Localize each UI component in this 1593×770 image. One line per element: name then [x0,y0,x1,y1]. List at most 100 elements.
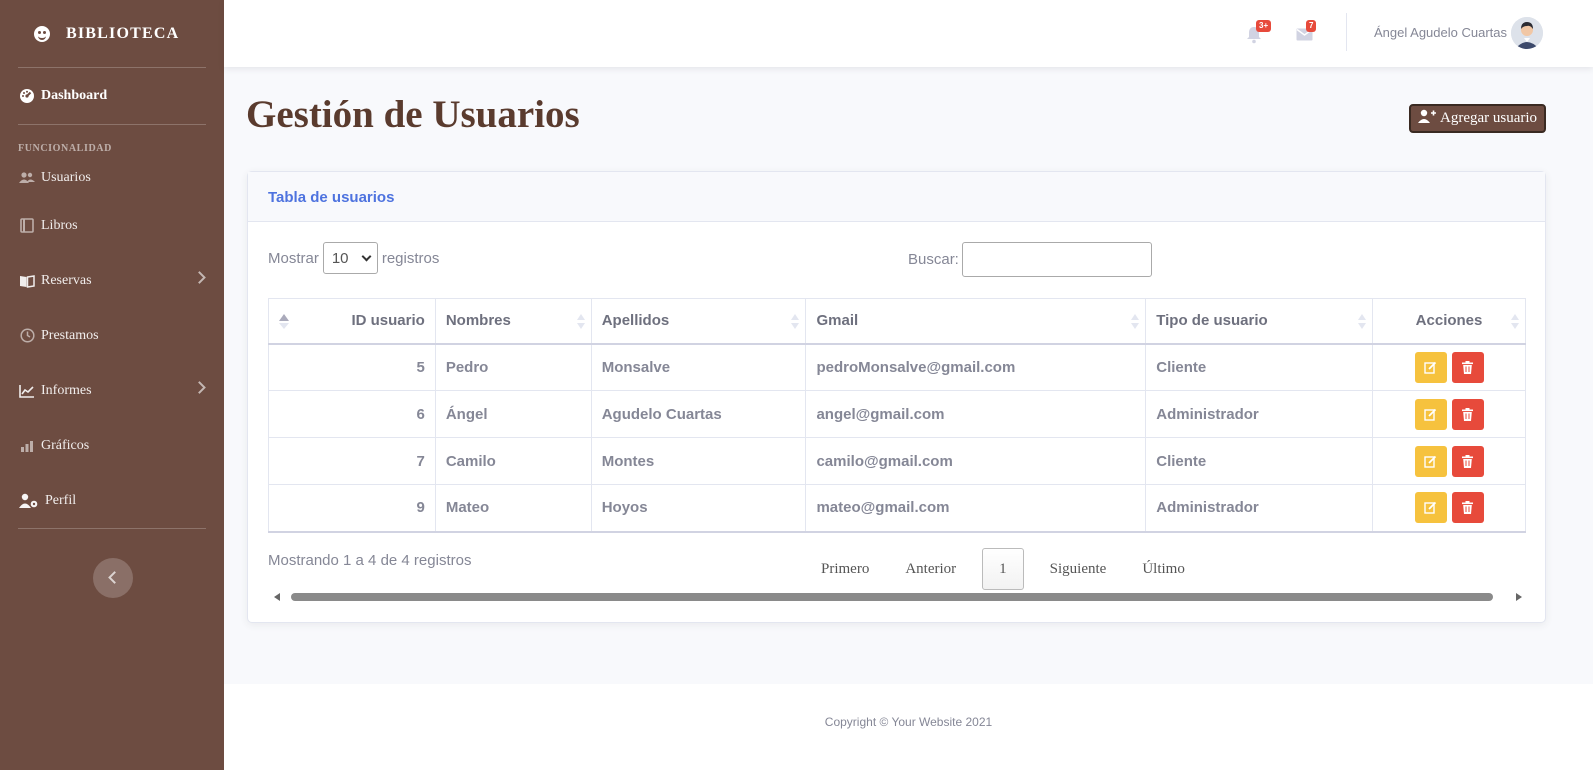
cell-tipo: Administrador [1145,390,1374,438]
edit-icon [1424,408,1437,421]
scrollbar-thumb[interactable] [291,593,1493,601]
sidebar-brand[interactable]: BIBLIOTECA [0,0,224,67]
cell-gmail: mateo@gmail.com [805,484,1147,533]
table-info: Mostrando 1 a 4 de 4 registros [268,552,472,569]
page-length-value: 10 [331,249,349,267]
sidebar-item-informes[interactable]: Informes [0,363,224,418]
cell-nombres: Ángel [434,390,592,438]
cell-nombres: Pedro [434,343,592,391]
header-label: Apellidos [601,312,670,330]
cell-tipo: Cliente [1145,437,1374,485]
page-title: Gestión de Usuarios [246,93,580,136]
cell-apellidos: Agudelo Cuartas [590,390,807,438]
topbar: 3+ 7 Ángel Agudelo Cuartas [224,0,1593,67]
messages-envelope-icon[interactable]: 7 [1296,20,1317,42]
pagination-last[interactable]: Último [1124,548,1203,590]
cell-nombres: Mateo [434,484,592,533]
cell-id: 9 [268,484,436,533]
sidebar-section-heading: FUNCIONALIDAD [18,143,112,154]
delete-button[interactable] [1451,445,1484,477]
sort-icon [1358,314,1367,330]
sidebar-item-label: Libros [41,217,78,233]
users-table: ID usuario Nombres Apellidos Gmail Tipo … [268,298,1526,533]
pagination-page-1[interactable]: 1 [982,548,1024,590]
header-label: Nombres [445,312,511,330]
edit-button[interactable] [1414,492,1447,524]
horizontal-scrollbar[interactable] [274,592,1522,602]
pagination-first[interactable]: Primero [803,548,887,590]
sidebar-item-perfil[interactable]: Perfil [0,473,224,528]
pagination-next[interactable]: Siguiente [1032,548,1125,590]
bar-chart-icon [19,438,35,454]
add-user-label: Agregar usuario [1440,110,1538,126]
search-input[interactable] [961,242,1152,277]
sort-icon [791,314,800,330]
messages-badge: 7 [1306,20,1317,32]
sidebar-item-dashboard[interactable]: Dashboard [0,68,224,124]
show-label: Mostrar [268,249,319,267]
cell-acciones [1372,484,1526,533]
user-name[interactable]: Ángel Agudelo Cuartas [1374,25,1507,40]
sidebar-item-usuarios[interactable]: Usuarios [0,158,224,198]
column-header-tipo[interactable]: Tipo de usuario [1145,298,1374,345]
scroll-right-arrow-icon[interactable] [1516,593,1522,601]
sidebar-item-label: Prestamos [41,327,99,343]
line-chart-icon [19,383,35,399]
cell-gmail: camilo@gmail.com [805,437,1147,485]
table-row: 9 Mateo Hoyos mateo@gmail.com Administra… [268,484,1526,533]
table-row: 6 Ángel Agudelo Cuartas angel@gmail.com … [268,390,1526,438]
tachometer-icon [19,88,35,104]
sidebar-toggle-button[interactable] [93,558,133,598]
trash-icon [1462,360,1474,374]
alerts-bell-icon[interactable]: 3+ [1246,20,1272,44]
page-length-select[interactable]: 10 [322,242,378,274]
pagination-previous[interactable]: Anterior [887,548,974,590]
delete-button[interactable] [1451,398,1484,430]
table-row: 5 Pedro Monsalve pedroMonsalve@gmail.com… [268,343,1526,391]
header-label: Gmail [816,312,859,330]
column-header-nombres[interactable]: Nombres [434,298,592,345]
sidebar-item-label: Reservas [41,272,92,288]
header-label: ID usuario [351,312,425,330]
trash-icon [1462,454,1474,468]
brand-name: BIBLIOTECA [66,24,180,42]
cell-tipo: Cliente [1145,343,1374,391]
sidebar-item-label: Informes [41,382,92,398]
sidebar-divider [18,528,206,529]
sidebar-item-label: Perfil [45,492,77,508]
cell-apellidos: Hoyos [590,484,807,533]
add-user-button[interactable]: Agregar usuario [1409,104,1546,133]
sidebar-item-reservas[interactable]: Reservas [0,253,224,308]
scroll-left-arrow-icon[interactable] [274,593,280,601]
sort-icon [576,314,585,330]
column-header-apellidos[interactable]: Apellidos [590,298,807,345]
cell-nombres: Camilo [434,437,592,485]
edit-button[interactable] [1414,398,1447,430]
trash-icon [1462,407,1474,421]
search-label: Buscar: [908,251,959,268]
column-header-acciones[interactable]: Acciones [1372,298,1526,345]
header-label: Tipo de usuario [1156,312,1268,330]
cell-apellidos: Montes [590,437,807,485]
edit-button[interactable] [1414,351,1447,383]
chevron-right-icon [193,381,206,394]
cell-apellidos: Monsalve [590,343,807,391]
delete-button[interactable] [1451,492,1484,524]
delete-button[interactable] [1451,351,1484,383]
sidebar-item-prestamos[interactable]: Prestamos [0,308,224,363]
sort-icon [1511,314,1519,330]
column-header-id[interactable]: ID usuario [268,298,436,345]
sidebar-item-graficos[interactable]: Gráficos [0,418,224,473]
sidebar-item-libros[interactable]: Libros [0,198,224,253]
edit-button[interactable] [1414,445,1447,477]
cell-tipo: Administrador [1145,484,1374,533]
cell-gmail: pedroMonsalve@gmail.com [805,343,1147,391]
avatar[interactable] [1511,17,1543,49]
user-plus-icon [1418,109,1436,128]
edit-icon [1424,502,1437,514]
cell-id: 7 [268,437,436,485]
edit-icon [1424,361,1437,374]
column-header-gmail[interactable]: Gmail [805,298,1147,345]
cell-acciones [1372,437,1526,485]
smile-logo-icon [34,25,50,42]
